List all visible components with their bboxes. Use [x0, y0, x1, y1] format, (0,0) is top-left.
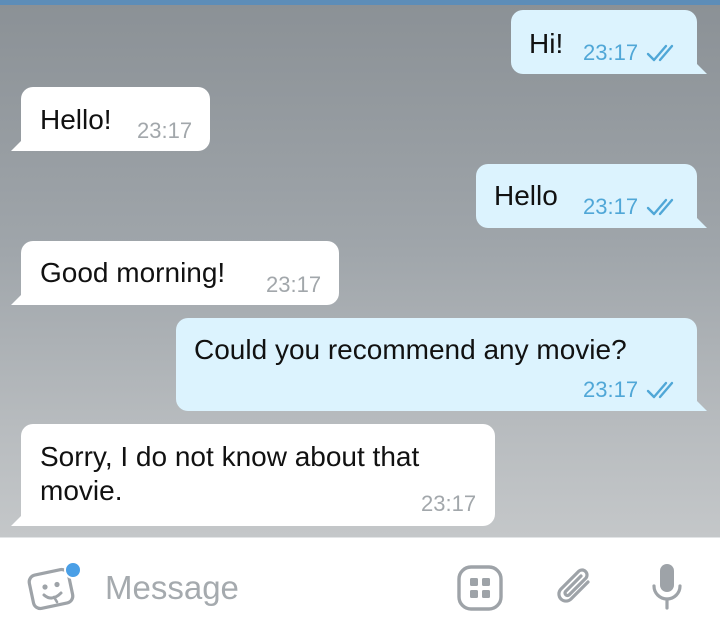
message-time: 23:17 — [421, 491, 477, 516]
message-input[interactable]: Message — [105, 569, 239, 607]
chat-history[interactable]: Hi! 23:17 Hello! 23:17 Hello 23:17 Good … — [0, 5, 720, 537]
message-meta: 23:17 — [421, 492, 476, 516]
message-text: Sorry, I do not know about that movie. — [40, 441, 420, 506]
message-text: Could you recommend any movie? — [194, 334, 627, 365]
message-incoming[interactable]: Hello! 23:17 — [21, 87, 210, 151]
message-time: 23:17 — [266, 272, 322, 297]
message-text: Good morning! — [40, 257, 226, 288]
message-time: 23:17 — [583, 194, 639, 219]
message-time: 23:17 — [137, 118, 193, 143]
message-text: Hi! — [529, 28, 564, 59]
message-time: 23:17 — [583, 40, 639, 65]
message-outgoing[interactable]: Hello 23:17 — [476, 164, 697, 228]
message-input-bar: Message — [0, 537, 720, 635]
attach-icon[interactable] — [552, 562, 600, 614]
message-text: Hello — [494, 180, 558, 211]
message-meta: 23:17 — [583, 41, 680, 65]
message-meta: 23:17 — [583, 195, 680, 219]
message-outgoing[interactable]: Could you recommend any movie? 23:17 — [176, 318, 697, 411]
double-check-icon — [646, 381, 674, 399]
sticker-icon[interactable] — [26, 560, 82, 612]
double-check-icon — [646, 44, 674, 62]
message-meta: 23:17 — [583, 378, 680, 402]
bot-commands-icon[interactable] — [456, 564, 504, 612]
message-outgoing[interactable]: Hi! 23:17 — [511, 10, 697, 74]
message-incoming[interactable]: Sorry, I do not know about that movie. 2… — [21, 424, 495, 526]
message-text: Hello! — [40, 104, 112, 135]
microphone-icon[interactable] — [650, 562, 684, 614]
double-check-icon — [646, 198, 674, 216]
message-incoming[interactable]: Good morning! 23:17 — [21, 241, 339, 305]
message-meta: 23:17 — [266, 273, 321, 297]
message-time: 23:17 — [583, 377, 639, 402]
message-meta: 23:17 — [137, 119, 192, 143]
